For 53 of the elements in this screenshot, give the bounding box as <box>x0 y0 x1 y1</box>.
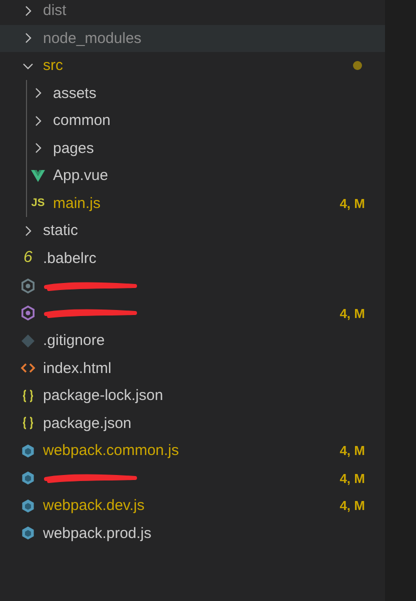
file-name: .babelrc <box>43 250 96 267</box>
file-row[interactable]: 6 .babelrc <box>0 244 385 272</box>
cube-icon <box>20 525 36 542</box>
folder-name: common <box>53 112 111 130</box>
problem-count-label: 4, M <box>340 443 365 458</box>
file-row[interactable]: index.html <box>0 354 385 382</box>
braces-icon <box>20 415 36 432</box>
file-row[interactable]: JS main.js 4, M <box>0 190 385 217</box>
problem-count-label: 4, M <box>340 196 365 211</box>
folder-name: dist <box>43 2 66 20</box>
cube-icon <box>20 470 36 486</box>
folder-row[interactable]: static <box>0 217 385 244</box>
file-name: webpack.prod.js <box>43 524 152 542</box>
file-row[interactable]: 4, M <box>0 300 385 327</box>
file-name: index.html <box>43 360 112 377</box>
folder-name: src <box>43 57 63 74</box>
folder-row[interactable]: pages <box>0 134 385 162</box>
diamond-icon <box>20 332 36 349</box>
file-row[interactable]: .gitignore <box>0 327 385 354</box>
vue-icon <box>30 168 46 184</box>
folder-row[interactable]: src <box>0 52 385 80</box>
file-type-icon: 6 <box>20 249 36 268</box>
folder-name: assets <box>53 84 96 102</box>
file-row[interactable]: App.vue <box>0 162 385 190</box>
braces-icon <box>20 388 36 404</box>
problem-count-label: 4, M <box>340 470 365 486</box>
hexagon-icon <box>20 305 36 322</box>
file-name: package-lock.json <box>43 387 164 404</box>
file-name: package.json <box>43 414 132 432</box>
file-type-icon: JS <box>30 197 46 210</box>
folder-name: static <box>43 222 78 240</box>
file-row[interactable]: webpack.dev.js 4, M <box>0 492 385 520</box>
file-row[interactable]: package-lock.json <box>0 382 385 410</box>
file-row[interactable]: 4, M <box>0 464 385 492</box>
hexagon-icon <box>20 278 36 294</box>
file-name: main.js <box>53 194 101 212</box>
file-name: App.vue <box>53 167 108 184</box>
folder-name: node_modules <box>43 30 142 47</box>
folder-row[interactable]: assets <box>0 80 385 107</box>
folder-row[interactable]: node_modules <box>0 24 385 52</box>
folder-row[interactable]: dist <box>0 0 385 24</box>
file-row[interactable]: webpack.prod.js <box>0 520 385 547</box>
file-row[interactable]: package.json <box>0 410 385 437</box>
file-row[interactable]: webpack.common.js 4, M <box>0 437 385 464</box>
file-name: webpack.common.js <box>43 442 179 460</box>
folder-row[interactable]: common <box>0 107 385 134</box>
cube-icon <box>20 498 36 514</box>
file-name: .gitignore <box>43 332 105 350</box>
problem-count-label: 4, M <box>340 498 365 514</box>
problem-count-label: 4, M <box>340 306 365 321</box>
cube-icon <box>20 442 36 459</box>
folder-name: pages <box>53 140 94 157</box>
file-name: webpack.dev.js <box>43 497 144 514</box>
